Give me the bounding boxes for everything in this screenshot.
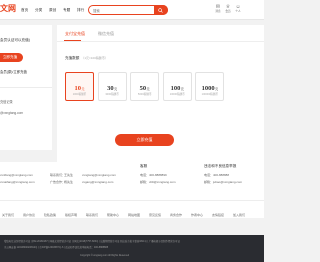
left-recharge-button[interactable]: 立即充值: [0, 53, 23, 62]
option-unit: 元: [114, 87, 118, 91]
top-header: 文网 首页 分类 原创 专题 排行 下载APP ✉ 消息 ♕ 会员 ☺ 个人: [0, 0, 264, 20]
site-logo[interactable]: 文网: [0, 2, 18, 16]
footer-link[interactable]: 友情链接: [212, 213, 224, 217]
nav-category[interactable]: 分类: [35, 0, 49, 20]
option-coins: 10000稿酬币: [169, 93, 185, 96]
ad-label: 广告合作：: [50, 180, 66, 184]
option-unit: 元: [180, 87, 184, 91]
footer-link[interactable]: 商务合作: [170, 213, 182, 217]
left-panel: 会员认证可以充值) 立即充值 会员(原)/立即充值 充值记录 @xxngtang…: [0, 25, 52, 150]
tab-wechat[interactable]: 微信充值: [98, 31, 114, 37]
search-box: [88, 5, 168, 16]
footer-info: xxnlfang@xxngtang.com xxnaifang@xxngtang…: [0, 162, 264, 218]
active-tab-indicator: [64, 40, 81, 42]
report-phone: 电话：400-888888: [204, 173, 230, 177]
nav-home[interactable]: 首页: [21, 0, 35, 20]
copyright: Copyright ©xxngtang.com All Rights Reser…: [80, 254, 130, 257]
amount-options: 10元 1000稿酬币 30元 3000稿酬币 50元 5000稿酬币 100元…: [65, 72, 228, 101]
recharge-panel: 支付宝充值 微信充值 充值数额 （1元=100稿酬币） 10元 1000稿酬币 3…: [57, 25, 264, 165]
footer-email-1[interactable]: xxnlfang@xxngtang.com: [0, 173, 33, 177]
user-button[interactable]: ☺ 个人: [233, 4, 243, 14]
tab-alipay[interactable]: 支付宝充值: [65, 31, 85, 37]
amount-option-50[interactable]: 50元 5000稿酬币: [130, 72, 160, 101]
amount-label-text: 充值数额: [65, 56, 80, 60]
recharge-record-link[interactable]: 充值记录: [0, 99, 13, 104]
pay-now-button[interactable]: 立即充值: [115, 134, 174, 146]
contact-name: 王先生: [64, 173, 74, 177]
search-icon: [158, 8, 163, 13]
option-amount: 1000: [201, 85, 215, 92]
report-email[interactable]: 邮箱：jubao@xxngtang.com: [204, 180, 242, 184]
payment-tabs: 支付宝充值 微信充值: [57, 25, 264, 42]
option-unit: 元: [215, 87, 219, 91]
vip-button[interactable]: ♕ 会员: [223, 4, 233, 14]
footer-link[interactable]: 关于我们: [2, 213, 14, 217]
logo-text: 文网: [0, 4, 16, 13]
icp-info: 京公网安备 11010802024812号 | 京ICP备12003387号-6…: [4, 246, 109, 249]
option-amount: 50: [139, 85, 147, 92]
ad-email[interactable]: xxgang@xxngtang.com: [82, 180, 113, 184]
member-hint: 会员认证可以充值): [0, 38, 30, 42]
amount-option-30[interactable]: 30元 3000稿酬币: [97, 72, 127, 101]
message-label: 消息: [215, 10, 221, 13]
footer-link[interactable]: 作者中心: [191, 213, 203, 217]
footer-link[interactable]: 意见反馈: [149, 213, 161, 217]
service-heading: 客服: [140, 164, 148, 168]
contact-email[interactable]: xxngtang@xxngtang.com: [82, 173, 116, 177]
footer-legal: 增值电信业务经营许可证 京B2-20180187 | 网络文化经营许可证 京网文…: [0, 235, 264, 262]
option-unit: 元: [81, 87, 85, 91]
ad-name: 杨先生: [64, 180, 74, 184]
amount-option-10[interactable]: 10元 1000稿酬币: [65, 72, 94, 101]
message-button[interactable]: ✉ 消息: [213, 4, 223, 14]
footer-email-2[interactable]: xxnaifang@xxngtang.com: [0, 180, 35, 184]
divider: [0, 87, 52, 88]
search-button[interactable]: [153, 5, 168, 16]
member-link[interactable]: 会员(原)/立即充值: [0, 69, 27, 74]
report-heading: 违法和不良信息举报: [204, 164, 237, 168]
footer-link[interactable]: 联系我们: [86, 213, 98, 217]
service-phone: 电话：400-8888899: [140, 173, 167, 177]
footer-link[interactable]: 加入我们: [233, 213, 245, 217]
contact-label: 联系我们：: [50, 173, 66, 177]
option-amount: 30: [107, 85, 114, 92]
search-input[interactable]: [93, 7, 149, 14]
amount-label: 充值数额 （1元=100稿酬币）: [65, 56, 108, 61]
account-email: @xxngtang.com: [0, 111, 24, 115]
license-info: 增值电信业务经营许可证 京B2-20180187 | 网络文化经营许可证 京网文…: [4, 240, 180, 243]
amount-option-100[interactable]: 100元 10000稿酬币: [162, 72, 192, 101]
user-label: 个人: [235, 10, 241, 13]
footer-link[interactable]: 网站地图: [128, 213, 140, 217]
footer-link[interactable]: 隐私政策: [44, 213, 56, 217]
amount-hint: （1元=100稿酬币）: [81, 56, 108, 60]
footer-link[interactable]: 版权声明: [65, 213, 77, 217]
header-icons: ✉ 消息 ♕ 会员 ☺ 个人: [213, 4, 243, 14]
option-amount: 10: [74, 85, 81, 92]
footer-divider: [0, 200, 264, 201]
option-coins: 100000稿酬币: [201, 93, 219, 96]
option-unit: 元: [146, 87, 150, 91]
vip-label: 会员: [225, 10, 231, 13]
amount-option-1000[interactable]: 1000元 100000稿酬币: [195, 72, 225, 101]
option-coins: 3000稿酬币: [105, 93, 119, 96]
option-coins: 5000稿酬币: [137, 93, 152, 96]
option-coins: 1000稿酬币: [72, 93, 87, 96]
footer-link[interactable]: 帮助中心: [107, 213, 119, 217]
nav-topic[interactable]: 专题: [63, 0, 77, 20]
service-email[interactable]: 邮箱：xfdt@xxngtang.com: [140, 180, 176, 184]
option-amount: 100: [170, 85, 181, 92]
footer-link[interactable]: 用户协议: [23, 213, 35, 217]
nav-original[interactable]: 原创: [49, 0, 63, 20]
